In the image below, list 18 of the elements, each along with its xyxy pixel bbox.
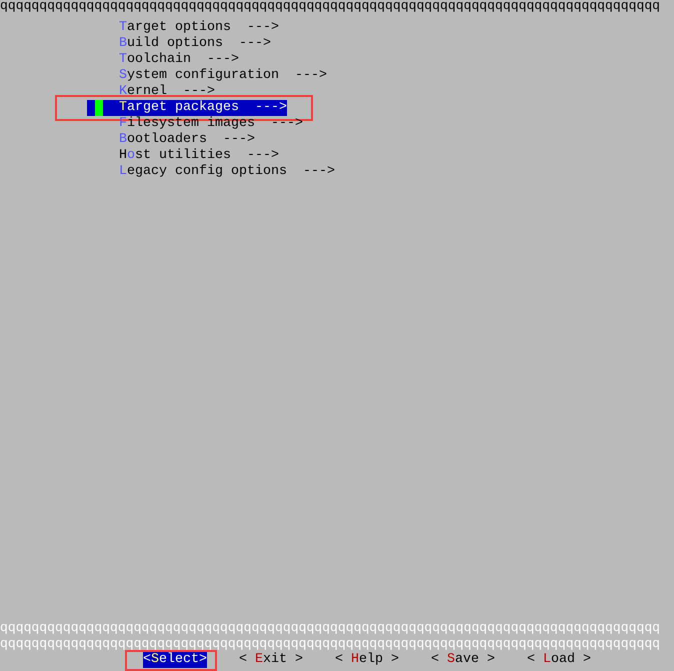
selection-cursor [87,100,119,116]
menu-item[interactable]: Target options ---> [119,20,279,36]
border-line: qqqqqqqqqqqqqqqqqqqqqqqqqqqqqqqqqqqqqqqqqqqqqqqqqqqqqqqqqqqqqqqqqqqqqqqqqqqqqqqqqqqq [0,620,662,636]
menu-button[interactable]: < Exit > [239,652,303,668]
menu-item[interactable]: Toolchain ---> [119,52,239,68]
border-line: qqqqqqqqqqqqqqqqqqqqqqqqqqqqqqqqqqqqqqqqqqqqqqqqqqqqqqqqqqqqqqqqqqqqqqqqqqqqqqqqqqqq [0,636,662,652]
menu-item[interactable]: Host utilities ---> [119,148,279,164]
menu-item[interactable]: Build options ---> [119,36,271,52]
menu-button[interactable]: < Help > [335,652,399,668]
menu-item[interactable]: Bootloaders ---> [119,132,255,148]
menu-button[interactable]: < Load > [527,652,591,668]
menu-button[interactable]: < Save > [431,652,495,668]
menu-item[interactable]: Kernel ---> [119,84,215,100]
menu-item[interactable]: System configuration ---> [119,68,327,84]
top-border-line: qqqqqqqqqqqqqqqqqqqqqqqqqqqqqqqqqqqqqqqqqqqqqqqqqqqqqqqqqqqqqqqqqqqqqqqqqqqqqqqqqqqq [0,0,662,12]
menu-button[interactable]: <Select> [143,652,207,668]
menu-item[interactable]: Target packages ---> [119,100,287,116]
menu-item[interactable]: Legacy config options ---> [119,164,335,180]
